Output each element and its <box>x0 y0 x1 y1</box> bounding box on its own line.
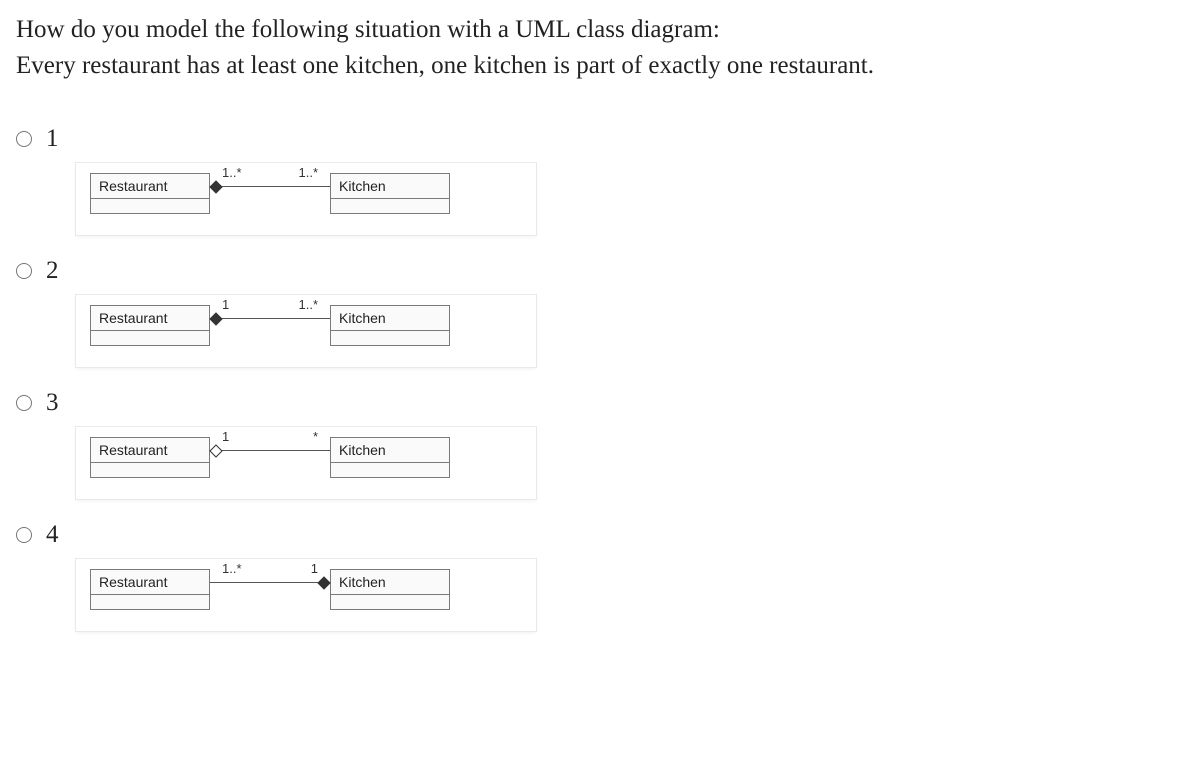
question-text: How do you model the following situation… <box>16 12 1184 85</box>
multiplicity-right: 1 <box>311 561 318 576</box>
option-number: 4 <box>46 521 59 549</box>
uml-class-right: Kitchen <box>330 305 450 346</box>
uml-association: 1* <box>210 437 330 475</box>
composition-diamond-icon <box>209 312 223 326</box>
option-block: 1Restaurant1..*1..*Kitchen <box>16 125 1184 235</box>
multiplicity-left: 1..* <box>222 561 242 576</box>
question-line2: Every restaurant has at least one kitche… <box>16 52 874 79</box>
uml-diagram: Restaurant11..*Kitchen <box>76 295 536 367</box>
association-line <box>210 318 330 319</box>
uml-class-left: Restaurant <box>90 437 210 478</box>
option-radio[interactable] <box>16 263 32 279</box>
option-radio[interactable] <box>16 527 32 543</box>
association-line <box>210 582 330 583</box>
option-radio[interactable] <box>16 395 32 411</box>
multiplicity-left: 1..* <box>222 165 242 180</box>
association-line <box>210 450 330 451</box>
uml-class-name: Kitchen <box>331 570 449 595</box>
uml-class-name: Restaurant <box>91 306 209 331</box>
uml-class-left: Restaurant <box>90 305 210 346</box>
uml-class-name: Restaurant <box>91 570 209 595</box>
multiplicity-right: 1..* <box>298 297 318 312</box>
multiplicity-left: 1 <box>222 297 229 312</box>
uml-class-left: Restaurant <box>90 173 210 214</box>
uml-class-right: Kitchen <box>330 569 450 610</box>
uml-class-name: Kitchen <box>331 306 449 331</box>
options-container: 1Restaurant1..*1..*Kitchen2Restaurant11.… <box>16 125 1184 631</box>
composition-diamond-icon <box>317 576 331 590</box>
uml-association: 1..*1..* <box>210 173 330 211</box>
association-line <box>210 186 330 187</box>
option-number: 1 <box>46 125 59 153</box>
option-header: 3 <box>16 389 1184 417</box>
uml-diagram: Restaurant1..*1Kitchen <box>76 559 536 631</box>
uml-class-name: Kitchen <box>331 174 449 199</box>
multiplicity-left: 1 <box>222 429 229 444</box>
multiplicity-right: 1..* <box>298 165 318 180</box>
option-block: 4Restaurant1..*1Kitchen <box>16 521 1184 631</box>
option-radio[interactable] <box>16 131 32 147</box>
option-header: 4 <box>16 521 1184 549</box>
uml-class-name: Kitchen <box>331 438 449 463</box>
option-header: 1 <box>16 125 1184 153</box>
uml-diagram: Restaurant1*Kitchen <box>76 427 536 499</box>
uml-class-right: Kitchen <box>330 437 450 478</box>
uml-association: 1..*1 <box>210 569 330 607</box>
uml-class-left: Restaurant <box>90 569 210 610</box>
uml-association: 11..* <box>210 305 330 343</box>
uml-class-name: Restaurant <box>91 438 209 463</box>
composition-diamond-icon <box>209 180 223 194</box>
option-number: 2 <box>46 257 59 285</box>
option-header: 2 <box>16 257 1184 285</box>
option-block: 3Restaurant1*Kitchen <box>16 389 1184 499</box>
option-block: 2Restaurant11..*Kitchen <box>16 257 1184 367</box>
uml-class-name: Restaurant <box>91 174 209 199</box>
aggregation-diamond-icon <box>209 444 223 458</box>
uml-diagram: Restaurant1..*1..*Kitchen <box>76 163 536 235</box>
option-number: 3 <box>46 389 59 417</box>
question-line1: How do you model the following situation… <box>16 16 720 43</box>
uml-class-right: Kitchen <box>330 173 450 214</box>
multiplicity-right: * <box>313 429 318 444</box>
